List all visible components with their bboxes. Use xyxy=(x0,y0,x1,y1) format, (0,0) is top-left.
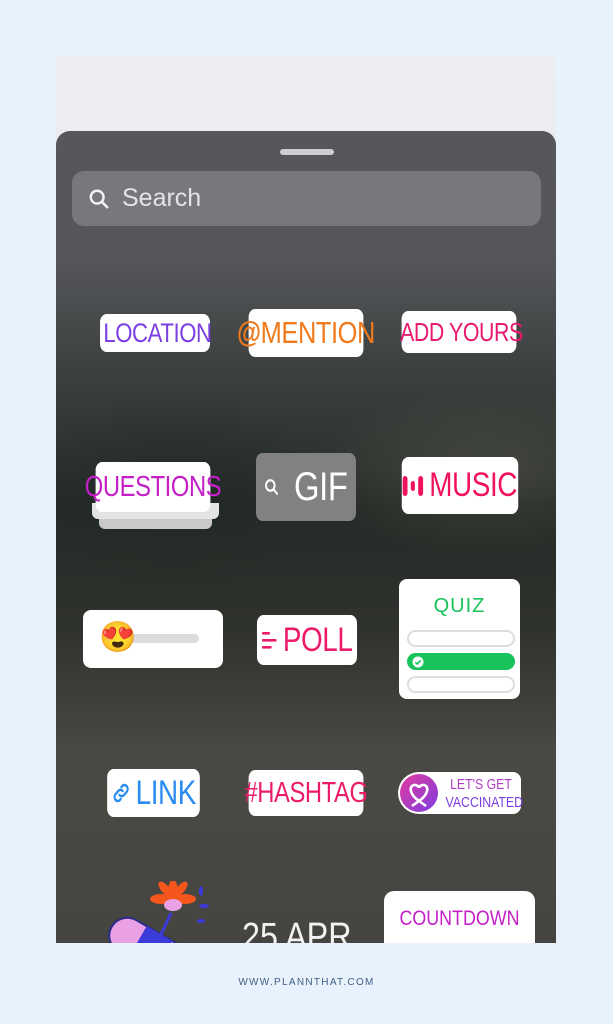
quiz-option-correct[interactable] xyxy=(407,653,515,670)
sticker-add-yours-label: ADD YOURS xyxy=(400,316,523,347)
sticker-countdown-label: COUNTDOWN xyxy=(399,907,520,930)
sticker-mention[interactable]: @ MENTION xyxy=(237,309,375,357)
search-bar[interactable] xyxy=(72,171,541,226)
bandage-flower-icon[interactable] xyxy=(101,881,211,943)
sticker-questions-label: QUESTIONS xyxy=(84,470,222,503)
sticker-quiz[interactable]: QUIZ xyxy=(399,579,520,699)
sticker-tray: LOCATION @ MENTION ADD YOURS QUESTIONS G… xyxy=(56,131,556,943)
sticker-poll[interactable]: POLL xyxy=(256,615,358,665)
vaccinated-line1: LET'S GET xyxy=(450,776,512,793)
poll-lines-icon xyxy=(261,632,277,649)
sticker-music[interactable]: MUSIC xyxy=(401,457,519,514)
sticker-poll-label: POLL xyxy=(282,620,353,659)
slider-emoji-thumb[interactable]: 😍 xyxy=(99,621,136,655)
sticker-gif[interactable]: GIF xyxy=(255,453,357,521)
search-icon xyxy=(89,189,109,209)
quiz-title: QUIZ xyxy=(433,595,486,617)
music-bars-icon xyxy=(402,475,424,496)
vaccinated-line2: VACCINATED xyxy=(445,794,524,811)
sticker-gif-label: GIF xyxy=(294,464,348,509)
sticker-mention-label: MENTION xyxy=(260,315,376,350)
check-circle-icon xyxy=(412,656,424,667)
sticker-questions[interactable]: QUESTIONS xyxy=(85,462,222,512)
heart-ribbon-icon xyxy=(400,774,438,812)
quiz-option[interactable] xyxy=(407,630,515,647)
sticker-hashtag-label: #HASHTAG xyxy=(244,776,368,809)
sticker-add-yours[interactable]: ADD YOURS xyxy=(400,311,523,353)
sticker-music-label: MUSIC xyxy=(429,466,518,504)
link-icon xyxy=(113,783,129,803)
phone-screen: LOCATION @ MENTION ADD YOURS QUESTIONS G… xyxy=(56,55,556,943)
sticker-hashtag[interactable]: #HASHTAG xyxy=(244,770,368,816)
sticker-emoji-slider[interactable]: 😍 xyxy=(83,610,223,668)
search-icon xyxy=(265,479,279,495)
sticker-vaccinated[interactable]: LET'S GET VACCINATED xyxy=(398,772,524,814)
sticker-countdown[interactable]: COUNTDOWN xyxy=(384,891,535,943)
search-input[interactable] xyxy=(120,183,524,214)
quiz-option[interactable] xyxy=(407,676,515,693)
drag-handle[interactable] xyxy=(280,149,334,155)
sticker-date[interactable]: 25 APR xyxy=(242,916,352,943)
sticker-link-label: LINK xyxy=(135,773,197,812)
footer-url[interactable]: WWW.PLANNTHAT.COM xyxy=(0,977,613,988)
sticker-location-label: LOCATION xyxy=(103,317,212,348)
sticker-link[interactable]: LINK xyxy=(107,769,200,817)
sticker-location[interactable]: LOCATION xyxy=(100,314,212,352)
threads-at-icon: @ xyxy=(237,316,261,349)
